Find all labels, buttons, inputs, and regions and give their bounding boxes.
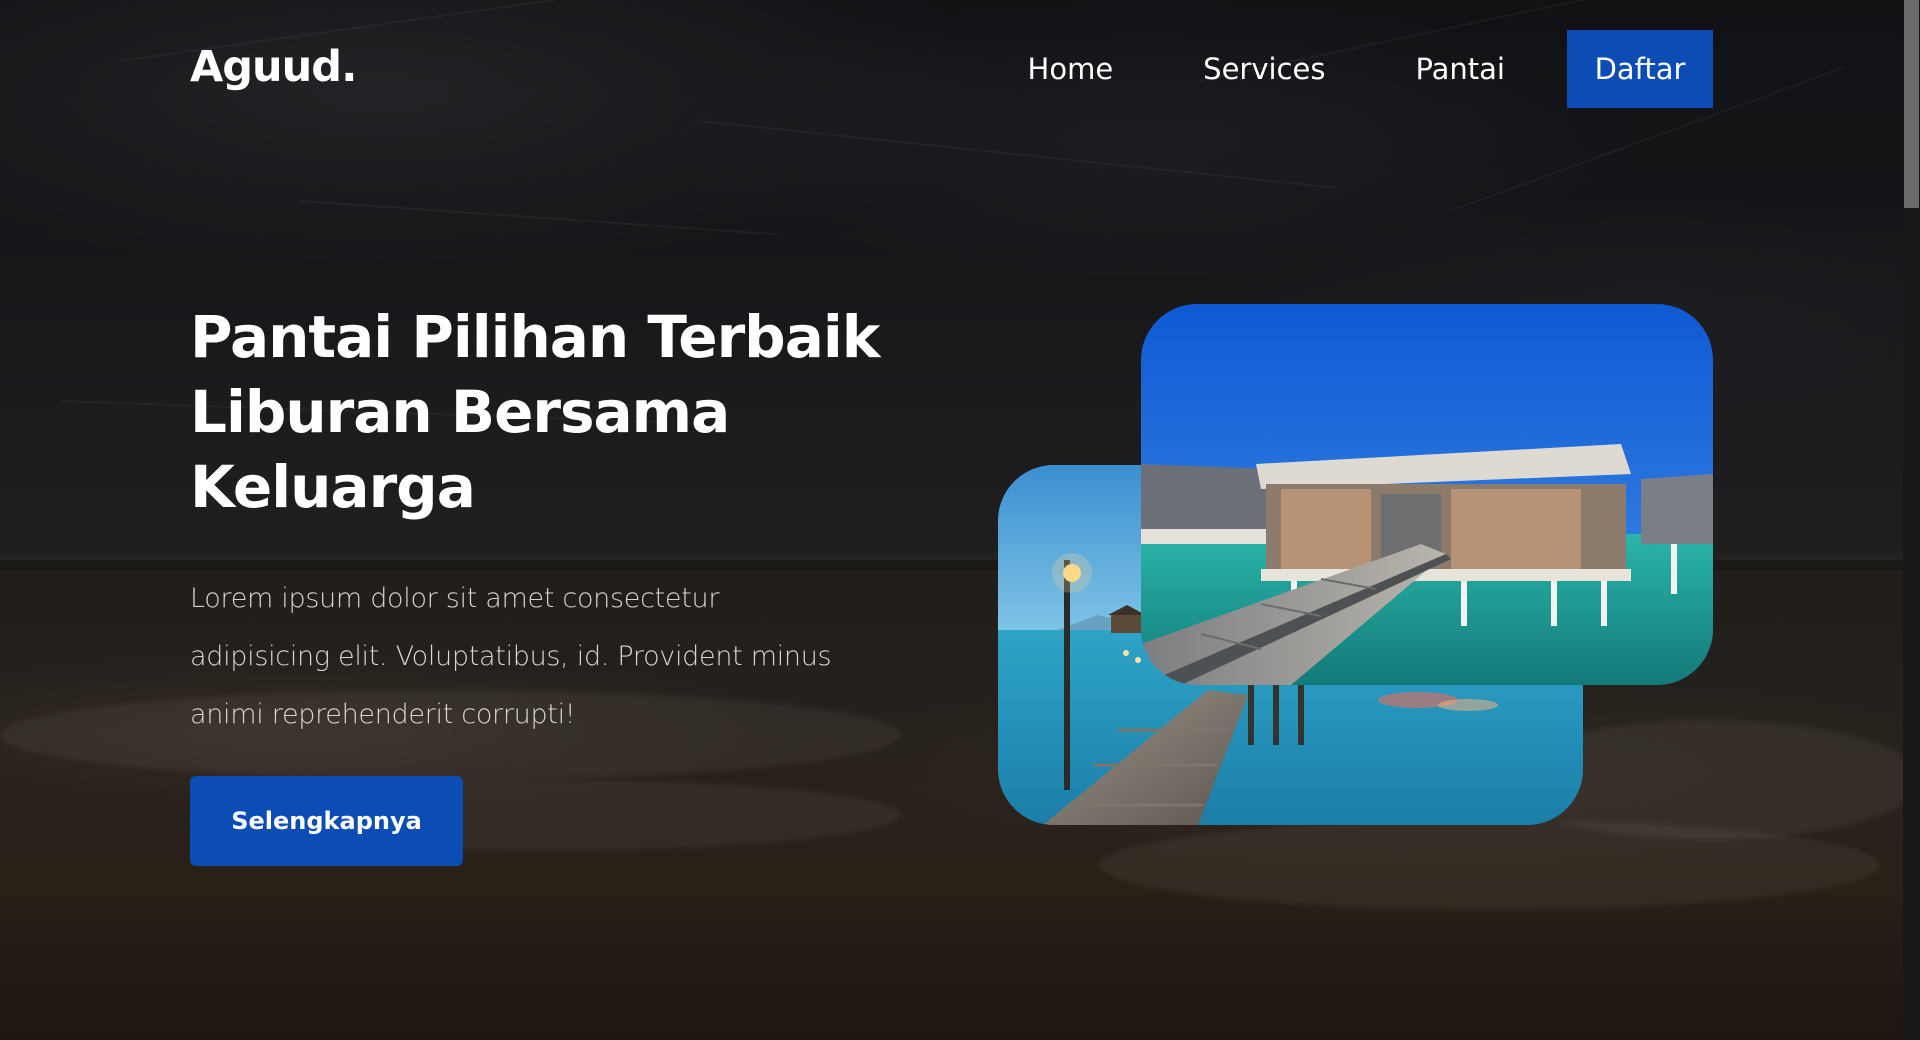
navbar: Aguud. Home Services Pantai Daftar <box>190 30 1713 108</box>
scrollbar-thumb[interactable] <box>1904 0 1919 208</box>
hero-title: Pantai Pilihan Terbaik Liburan Bersama K… <box>190 300 890 525</box>
page-scrollbar[interactable] <box>1903 0 1920 1040</box>
hero-description-line: Lorem ipsum dolor sit amet consectetur <box>190 583 720 614</box>
hero-description-line: adipisicing elit. Voluptatibus, id. Prov… <box>190 641 832 672</box>
hero-title-line: Liburan Bersama <box>190 378 730 446</box>
hero-description-line: animi reprehenderit corrupti! <box>190 699 576 730</box>
nav-link-services[interactable]: Services <box>1203 52 1325 86</box>
brand-logo[interactable]: Aguud. <box>190 42 357 92</box>
nav-link-home[interactable]: Home <box>1028 52 1114 86</box>
selengkapnya-button[interactable]: Selengkapnya <box>190 776 463 866</box>
hero-description: Lorem ipsum dolor sit amet consectetur a… <box>190 570 870 744</box>
daftar-button[interactable]: Daftar <box>1567 30 1713 108</box>
nav-link-pantai[interactable]: Pantai <box>1415 52 1505 86</box>
hero-title-line: Pantai Pilihan Terbaik <box>190 303 880 371</box>
overwater-villa-pier-photo <box>1141 304 1713 685</box>
hero-title-line: Keluarga <box>190 453 476 521</box>
nav-links: Home Services Pantai Daftar <box>1028 30 1713 108</box>
